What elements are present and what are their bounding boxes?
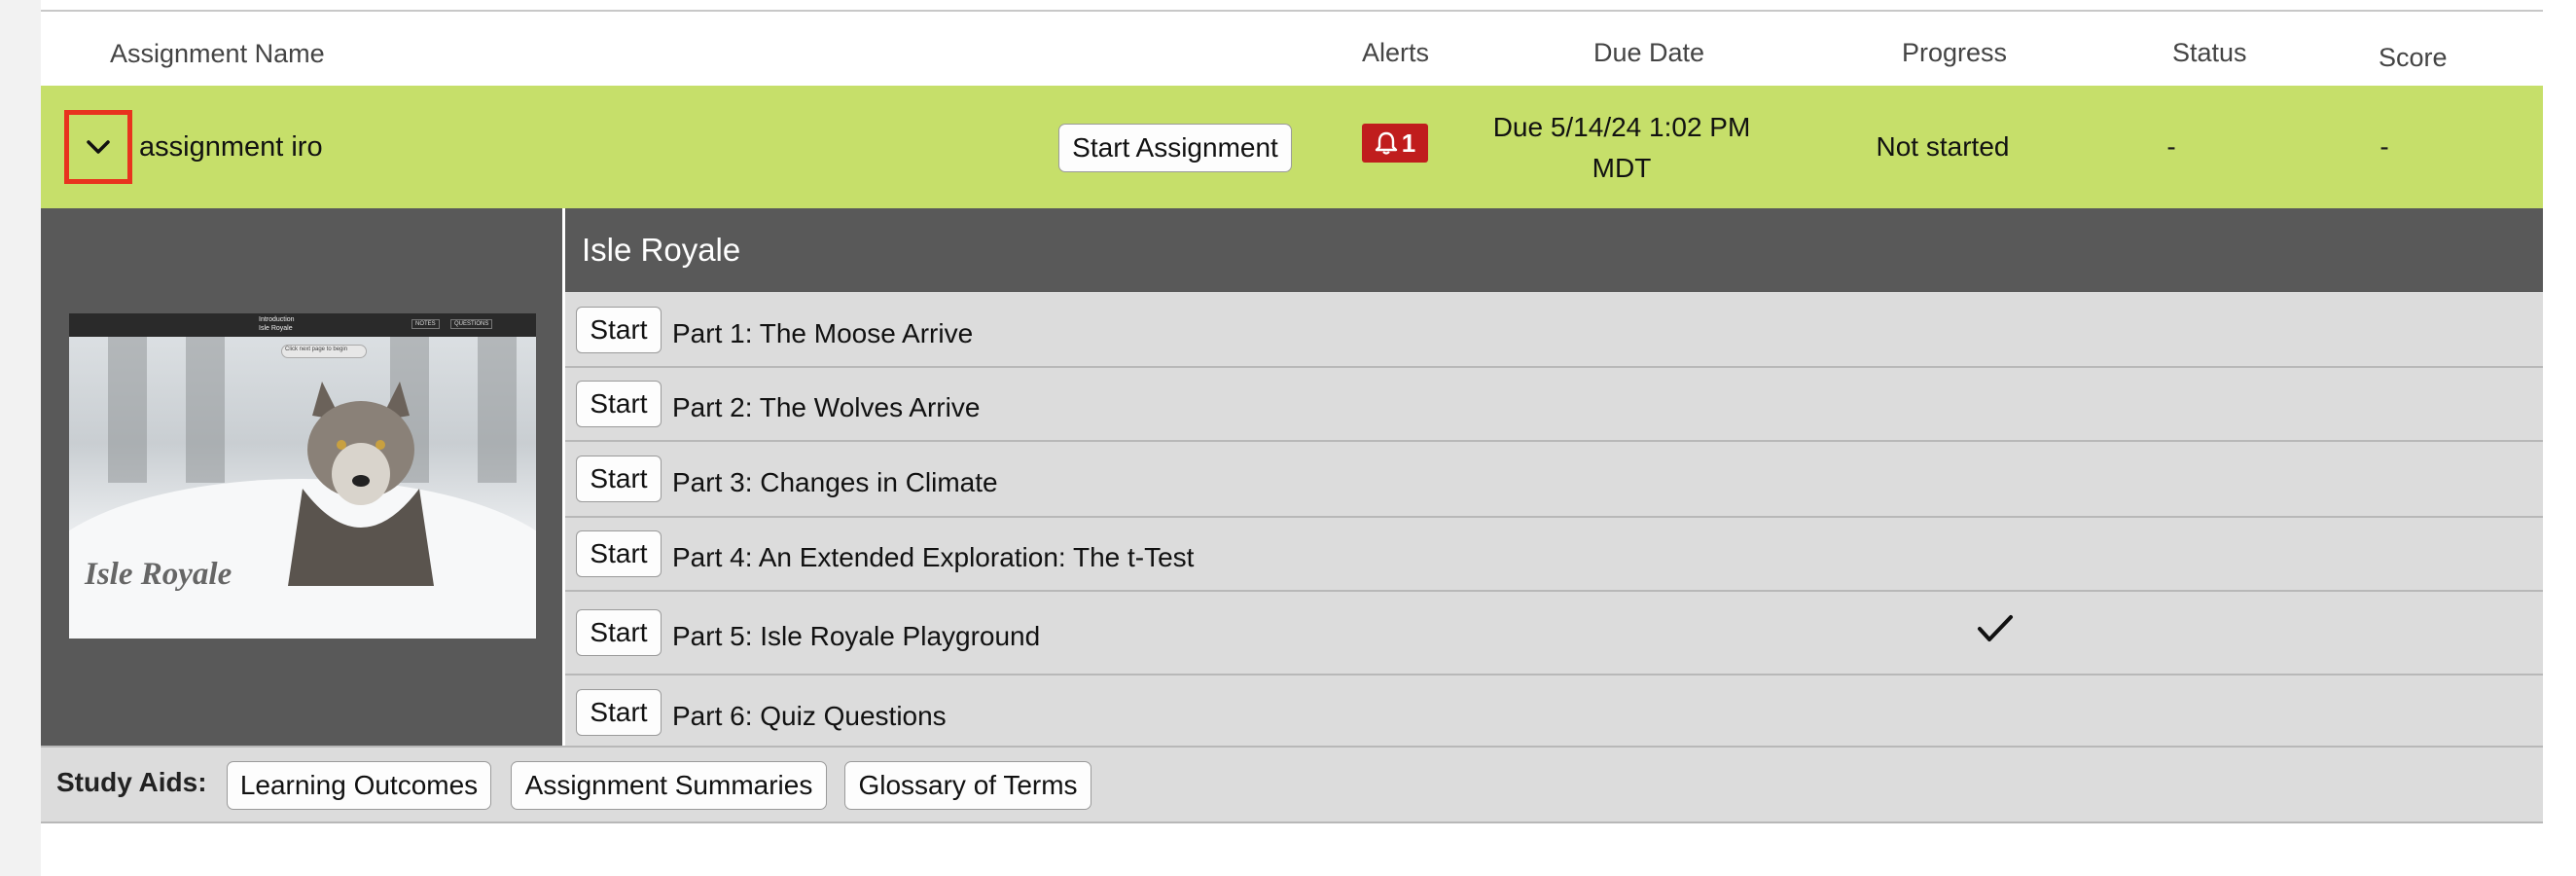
part-row: Start Part 1: The Moose Arrive [565,292,2543,368]
part-label: Part 6: Quiz Questions [672,701,947,731]
header-due-date: Due Date [1593,38,1705,67]
part-row: Start Part 6: Quiz Questions [565,675,2543,746]
start-part-5-button[interactable]: Start [576,609,662,656]
thumb-tree [478,337,517,483]
glossary-of-terms-button[interactable]: Glossary of Terms [844,761,1091,810]
due-date-line1: Due 5/14/24 1:02 PM [1492,112,1751,142]
left-margin-strip [0,0,41,876]
thumb-toolbar-title: Introduction Isle Royale [259,315,295,333]
learning-outcomes-button[interactable]: Learning Outcomes [227,761,491,810]
header-status: Status [2172,38,2247,67]
alert-count: 1 [1401,128,1416,158]
start-part-6-button[interactable]: Start [576,689,662,736]
start-assignment-button[interactable]: Start Assignment [1058,124,1292,172]
thumb-toolbar-subheader: Isle Royale [259,325,293,332]
thumb-tree [108,337,147,483]
part-label: Part 1: The Moose Arrive [672,318,974,348]
expand-toggle-button[interactable] [64,110,132,184]
due-date-line2: MDT [1592,153,1652,183]
header-score: Score [2379,43,2448,72]
module-parts-panel: Isle Royale Start Part 1: The Moose Arri… [565,208,2543,746]
checkmark-icon [1978,615,2013,641]
wolf-illustration [288,382,434,586]
due-date: Due 5/14/24 1:02 PM MDT [1490,107,1753,189]
thumb-tree [186,337,225,483]
thumbnail-caption: Isle Royale [85,557,233,592]
part-row: Start Part 5: Isle Royale Playground [565,592,2543,675]
header-progress: Progress [1902,38,2008,67]
module-title: Isle Royale [565,208,2543,292]
thumb-tooltip-text: Click next page to begin [285,347,348,352]
assignment-summaries-button[interactable]: Assignment Summaries [511,761,827,810]
chevron-down-icon [87,140,110,154]
study-aids-label: Study Aids: [56,767,207,797]
thumb-toolbar: Introduction Isle Royale NOTES QUESTIONS [69,313,536,337]
status-value: - [2166,131,2176,162]
start-part-3-button[interactable]: Start [576,456,662,502]
part-row: Start Part 3: Changes in Climate [565,442,2543,518]
header-assignment-name: Assignment Name [110,39,325,68]
thumb-button-notes: NOTES [411,319,440,329]
header-alerts: Alerts [1362,38,1430,67]
start-part-2-button[interactable]: Start [576,381,662,427]
study-aids-row: Study Aids: Learning Outcomes Assignment… [41,746,2543,823]
start-part-4-button[interactable]: Start [576,530,662,577]
progress-value: Not started [1876,131,2010,162]
part-label: Part 3: Changes in Climate [672,467,998,497]
thumb-button-questions: QUESTIONS [450,319,493,329]
score-value: - [2379,131,2389,162]
part-row: Start Part 2: The Wolves Arrive [565,368,2543,442]
assignment-row: assignment iro Start Assignment 1 Due 5/… [41,86,2543,208]
part-label: Part 4: An Extended Exploration: The t-T… [672,542,1195,572]
module-thumbnail-image: Introduction Isle Royale NOTES QUESTIONS… [69,313,536,639]
bell-icon [1375,131,1397,155]
assignment-list: Assignment Name Alerts Due Date Progress… [41,0,2543,876]
assignment-name[interactable]: assignment iro [139,131,323,164]
thumb-tooltip: Click next page to begin [281,345,367,358]
start-part-1-button[interactable]: Start [576,307,662,353]
part-row: Start Part 4: An Extended Exploration: T… [565,518,2543,592]
module-thumbnail-panel: Introduction Isle Royale NOTES QUESTIONS… [41,208,562,746]
table-header: Assignment Name Alerts Due Date Progress… [41,12,2543,86]
thumb-toolbar-header: Introduction [259,316,295,323]
part-label: Part 5: Isle Royale Playground [672,621,1041,651]
alert-badge[interactable]: 1 [1362,124,1428,163]
part-label: Part 2: The Wolves Arrive [672,392,981,422]
